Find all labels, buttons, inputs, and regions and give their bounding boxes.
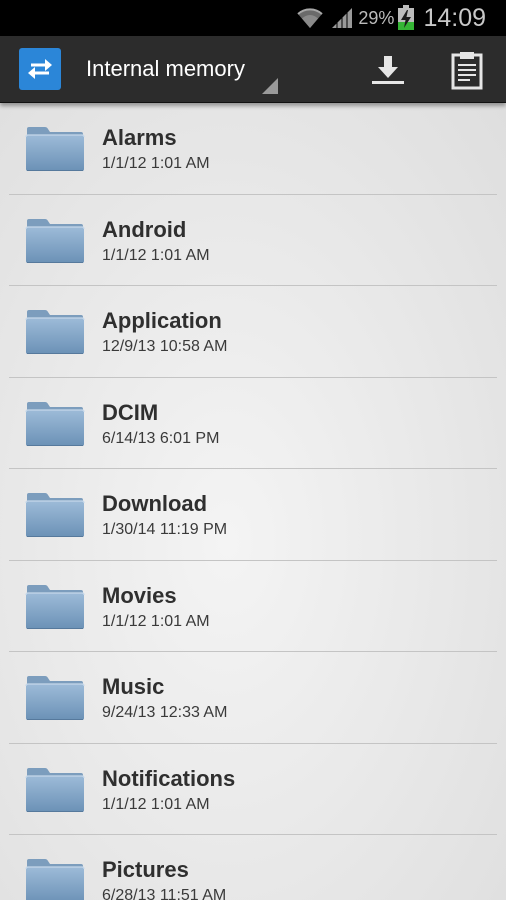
file-date: 6/28/13 11:51 AM	[102, 887, 227, 900]
battery-percent: 29%	[358, 7, 395, 28]
file-date: 1/1/12 1:01 AM	[102, 155, 210, 172]
location-spinner[interactable]: Internal memory	[86, 54, 278, 94]
folder-icon	[25, 401, 85, 446]
folder-icon	[25, 310, 85, 354]
file-row[interactable]: Download 1/30/14 11:19 PM	[0, 469, 506, 561]
download-button[interactable]	[368, 50, 408, 90]
file-name: Notifications	[102, 765, 236, 791]
file-name: Pictures	[102, 857, 189, 882]
file-row[interactable]: Music 9/24/13 12:33 AM	[0, 652, 506, 744]
clipboard-icon	[451, 52, 483, 90]
folder-icon	[25, 859, 85, 900]
file-name: Android	[102, 216, 187, 242]
file-row[interactable]: Alarms 1/1/12 1:01 AM	[0, 103, 506, 195]
file-row[interactable]: DCIM 6/14/13 6:01 PM	[0, 378, 506, 469]
file-row[interactable]: Movies 1/1/12 1:01 AM	[0, 561, 506, 652]
location-title: Internal memory	[86, 56, 245, 81]
file-date: 1/1/12 1:01 AM	[102, 795, 210, 813]
file-row[interactable]: Pictures 6/28/13 11:51 AM	[0, 835, 506, 900]
status-bar: 29% 14:09	[0, 0, 506, 36]
file-date: 1/1/12 1:01 AM	[102, 246, 210, 264]
folder-icon	[25, 676, 85, 720]
folder-icon	[25, 493, 85, 537]
wifi-icon	[297, 8, 324, 28]
file-date: 1/30/14 11:19 PM	[102, 521, 228, 538]
folder-icon	[25, 767, 85, 812]
file-date: 9/24/13 12:33 AM	[102, 704, 228, 721]
file-name: Download	[102, 491, 208, 516]
file-row[interactable]: Notifications 1/1/12 1:01 AM	[0, 744, 506, 835]
file-row[interactable]: Application 12/9/13 10:58 AM	[0, 286, 506, 378]
file-name: Movies	[102, 582, 177, 608]
spinner-dropdown-icon	[262, 78, 278, 94]
signal-icon	[332, 8, 353, 28]
battery-charging-icon	[398, 5, 415, 30]
file-list: Alarms 1/1/12 1:01 AM Android 1/1/12 1:0…	[0, 103, 506, 900]
download-icon	[372, 56, 404, 84]
paste-button[interactable]	[447, 50, 487, 90]
file-name: Music	[102, 674, 165, 699]
file-name: Alarms	[102, 125, 177, 150]
clock: 14:09	[423, 3, 486, 32]
file-row[interactable]: Android 1/1/12 1:01 AM	[0, 195, 506, 286]
action-bar: Internal memory	[0, 36, 506, 103]
folder-icon	[25, 218, 85, 263]
folder-icon	[25, 127, 85, 171]
swap-arrows-icon[interactable]	[19, 48, 61, 90]
folder-icon	[25, 584, 85, 629]
file-date: 1/1/12 1:01 AM	[102, 612, 210, 630]
file-date: 6/14/13 6:01 PM	[102, 429, 220, 447]
file-name: DCIM	[102, 399, 159, 425]
file-name: Application	[102, 308, 222, 333]
file-date: 12/9/13 10:58 AM	[102, 338, 228, 355]
